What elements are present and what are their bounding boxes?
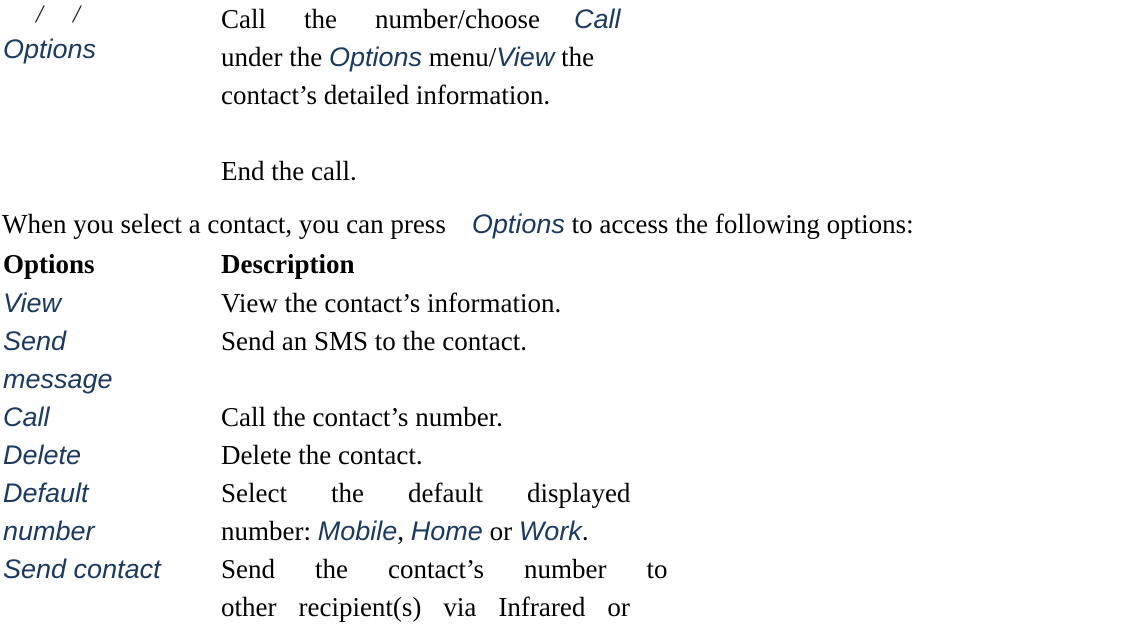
keyword-call: Call xyxy=(573,4,621,34)
table-row: Delete Delete the contact. xyxy=(3,436,687,474)
desc-line: Call the number/choose Call xyxy=(221,4,621,34)
option-line: message xyxy=(3,364,113,394)
table-cell-description: Send the contact’s number to other recipient(… xyxy=(221,550,687,626)
column-header-options: Options xyxy=(3,249,95,279)
desc-line: Select the default displayed xyxy=(221,478,631,508)
table-cell-description: Call the number/choose Call under the Optio… xyxy=(221,0,687,114)
table-cell-option: Default number xyxy=(3,474,218,550)
desc-sep: or xyxy=(482,516,519,546)
desc-line: other recipient(s) via Infrared or xyxy=(221,592,630,622)
desc-prefix: number: xyxy=(221,516,318,546)
option-line: number xyxy=(3,516,95,546)
table-cell-description: Call the contact’s number. xyxy=(221,398,687,436)
option-line: Send xyxy=(3,326,67,356)
keyword-mobile: Mobile xyxy=(317,516,398,546)
intro-before: When you select a contact, you can press xyxy=(2,209,446,239)
desc-sep: , xyxy=(397,516,411,546)
desc-line: Call the contact’s number. xyxy=(221,402,503,432)
table-cell-description: Send an SMS to the contact. xyxy=(221,322,687,360)
intro-paragraph: When you select a contact, you can press… xyxy=(2,205,1129,243)
desc-line: Delete the contact. xyxy=(221,440,423,470)
keyword-work: Work xyxy=(518,516,582,546)
continued-options-table: / / Options Call the number/choose Call unde… xyxy=(3,0,1129,198)
document-page: / / Options Call the number/choose Call unde… xyxy=(0,0,1129,628)
table-row: End the call. xyxy=(3,152,687,198)
keyword-home: Home xyxy=(410,516,483,546)
desc-line: Send an SMS to the contact. xyxy=(221,326,527,356)
table-row: Send message Send an SMS to the contact. xyxy=(3,322,687,398)
options-table: View View the contact’s information. Sen… xyxy=(3,284,1129,626)
table-cell-option: Call xyxy=(3,402,50,432)
key-icon-slashes: / / xyxy=(36,1,80,28)
table-cell-option: Delete xyxy=(3,440,82,470)
option-line: Default xyxy=(3,478,89,508)
table-cell-option: Send message xyxy=(3,322,218,398)
table-row: Send contact Send the contact’s number to ot… xyxy=(3,550,687,626)
table-cell-description: Select the default displayed number: Mobile… xyxy=(221,474,687,550)
intro-after: to access the following options: xyxy=(571,209,914,239)
keyword-options: Options xyxy=(328,42,423,72)
table-row: View View the contact’s information. xyxy=(3,284,687,322)
column-header-description: Description xyxy=(221,249,355,279)
table-cell-key: / / Options xyxy=(3,0,218,68)
table-cell-description: Delete the contact. xyxy=(221,436,687,474)
table-cell-option: Send contact xyxy=(3,554,161,584)
keyword-view: View xyxy=(496,42,555,72)
table-row: Call Call the contact’s number. xyxy=(3,398,687,436)
table-cell-description: View the contact’s information. xyxy=(221,284,687,322)
table-row: Default number Select the default displayed… xyxy=(3,474,687,550)
desc-suffix: . xyxy=(581,516,589,546)
table-cell-description: End the call. xyxy=(221,152,687,190)
table-cell-option: View xyxy=(3,288,62,318)
desc-line: under the Options menu/View the xyxy=(221,42,595,72)
keyword-options: Options xyxy=(471,209,565,239)
desc-line: View the contact’s information. xyxy=(221,288,562,318)
table-row: / / Options Call the number/choose Call unde… xyxy=(3,0,687,152)
desc-line: number: Mobile, Home or Work. xyxy=(221,512,687,550)
desc-line: contact’s detailed information. xyxy=(221,80,551,110)
desc-line: Send the contact’s number to xyxy=(221,554,668,584)
desc-line: End the call. xyxy=(221,156,357,186)
key-label: Options xyxy=(3,34,97,64)
